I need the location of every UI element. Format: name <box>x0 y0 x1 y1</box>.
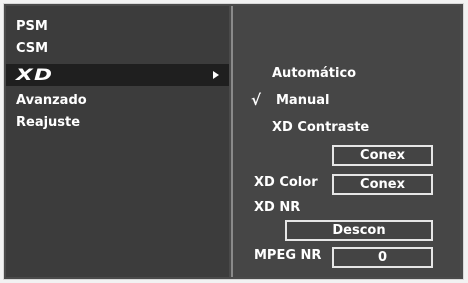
menu-item-csm[interactable]: CSM <box>6 38 229 60</box>
option-automatico[interactable]: Automático <box>272 65 356 83</box>
menu-item-avanzado[interactable]: Avanzado <box>6 90 229 112</box>
xd-logo: XD <box>16 65 54 84</box>
menu-item-xd[interactable]: XD <box>6 64 229 86</box>
mpeg-nr-value-box[interactable]: 0 <box>332 247 433 268</box>
menu-item-label: CSM <box>16 41 49 56</box>
option-xd-contraste[interactable]: XD Contraste <box>272 119 369 137</box>
menu-item-reajuste[interactable]: Reajuste <box>6 112 229 134</box>
submenu-arrow-icon <box>213 71 219 79</box>
menu-item-psm[interactable]: PSM <box>6 16 229 38</box>
menu-item-label: Reajuste <box>16 115 81 130</box>
mpeg-nr-label: MPEG NR <box>254 248 322 263</box>
xd-contrast-value-box[interactable]: Conex <box>332 145 433 166</box>
picture-menu-panel: PSM CSM XD Avanzado Reajuste <box>6 6 229 277</box>
menu-item-label: PSM <box>16 19 48 34</box>
xd-color-value-box[interactable]: Conex <box>332 174 433 195</box>
check-icon: √ <box>251 91 262 109</box>
xd-nr-label: XD NR <box>254 200 301 215</box>
xd-color-label: XD Color <box>254 175 318 190</box>
xd-nr-value-box[interactable]: Descon <box>285 220 433 241</box>
option-manual[interactable]: Manual <box>276 92 329 110</box>
menu-item-label: Avanzado <box>16 93 87 108</box>
